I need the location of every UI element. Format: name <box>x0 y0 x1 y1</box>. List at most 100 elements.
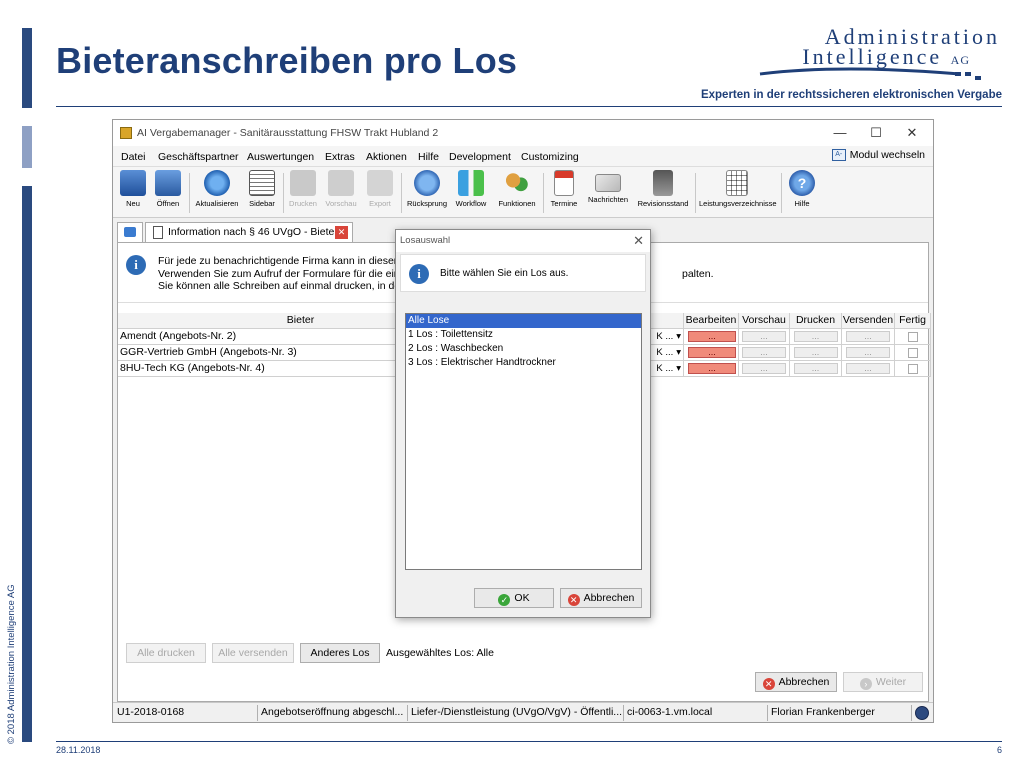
edit-cell: ... <box>684 345 739 361</box>
logo-swoosh-icon <box>759 67 981 80</box>
send-button: ... <box>842 345 895 361</box>
toolbar-leistungsverzeichnisse[interactable]: Leistungsverzeichnisse <box>699 170 777 208</box>
status-type: Liefer-/Dienstleistung (UVgO/VgV) - Öffe… <box>411 706 623 718</box>
toolbar-workflow[interactable]: Workflow <box>453 170 489 208</box>
sidebar-icon <box>249 170 275 196</box>
toolbar-drucken[interactable]: Drucken <box>287 170 319 208</box>
anderes-los-button[interactable]: Anderes Los <box>300 643 380 663</box>
maximize-button[interactable]: ☐ <box>861 124 891 142</box>
fertig-checkbox[interactable] <box>895 345 931 361</box>
status-phase: Angebotseröffnung abgeschl... <box>261 706 404 718</box>
slide-subtitle: Experten in der rechtssicheren elektroni… <box>700 89 1002 101</box>
ok-button[interactable]: ✓ OK <box>474 588 554 608</box>
lot-list[interactable]: Alle Lose 1 Los : Toilettensitz 2 Los : … <box>405 313 642 570</box>
toolbar-neu[interactable]: Neu <box>119 170 147 208</box>
status-separator <box>911 705 912 721</box>
modul-wechseln-button[interactable]: A- Modul wechseln <box>831 149 925 161</box>
toolbar-separator <box>543 173 544 213</box>
toolbar-separator <box>189 173 190 213</box>
losauswahl-dialog: Losauswahl ✕ i Bitte wählen Sie ein Los … <box>395 229 651 618</box>
window-titlebar[interactable]: AI Vergabemanager - Sanitärausstattung F… <box>113 120 933 146</box>
toolbar-separator <box>401 173 402 213</box>
alle-drucken-button[interactable]: Alle drucken <box>126 643 206 663</box>
menu-extras[interactable]: Extras <box>325 151 355 163</box>
minimize-button[interactable]: — <box>825 124 855 142</box>
revision-icon <box>653 170 673 196</box>
refresh-icon <box>204 170 230 196</box>
list-item[interactable]: 1 Los : Toilettensitz <box>406 328 641 342</box>
footer-rule <box>56 741 1002 742</box>
print-button: ... <box>790 329 842 345</box>
list-item[interactable]: 2 Los : Waschbecken <box>406 342 641 356</box>
header-versenden[interactable]: Versenden <box>842 313 895 329</box>
menu-customizing[interactable]: Customizing <box>521 151 579 163</box>
dialog-info-box: i Bitte wählen Sie ein Los aus. <box>400 254 646 292</box>
header-bearbeiten[interactable]: Bearbeiten <box>684 313 739 329</box>
toolbar-vorschau[interactable]: Vorschau <box>323 170 359 208</box>
toolbar-hilfe[interactable]: ? Hilfe <box>785 170 819 208</box>
dropdown-arrow-icon: ▾ <box>676 363 681 374</box>
status-user: Florian Frankenberger <box>771 706 875 718</box>
globe-icon <box>915 706 929 720</box>
fertig-checkbox[interactable] <box>895 361 931 377</box>
info-text: Für jede zu benachrichtigende Firma kann… <box>158 255 414 292</box>
dialog-title: Losauswahl <box>400 235 451 246</box>
status-separator <box>623 705 624 721</box>
status-bar: U1-2018-0168 Angebotseröffnung abgeschl.… <box>113 702 933 722</box>
edit-cell: ... <box>684 329 739 345</box>
menu-datei[interactable]: Datei <box>121 151 146 163</box>
toolbar-export[interactable]: Export <box>365 170 395 208</box>
close-window-button[interactable]: ✕ <box>897 124 927 142</box>
status-separator <box>257 705 258 721</box>
menu-hilfe[interactable]: Hilfe <box>418 151 439 163</box>
header-drucken[interactable]: Drucken <box>790 313 842 329</box>
toolbar-ruecksprung[interactable]: Rücksprung <box>405 170 449 208</box>
dialog-cancel-button[interactable]: ✕ Abbrechen <box>560 588 642 608</box>
edit-button[interactable]: ... <box>688 347 736 358</box>
preview-button: ... <box>739 361 790 377</box>
fertig-checkbox[interactable] <box>895 329 931 345</box>
dialog-close-icon[interactable]: ✕ <box>633 233 644 249</box>
next-icon: › <box>859 678 872 690</box>
menu-development[interactable]: Development <box>449 151 511 163</box>
toolbar-sidebar[interactable]: Sidebar <box>247 170 277 208</box>
dialog-titlebar[interactable]: Losauswahl ✕ <box>396 230 650 252</box>
menu-aktionen[interactable]: Aktionen <box>366 151 407 163</box>
title-rule <box>56 106 1002 107</box>
send-button: ... <box>842 361 895 377</box>
header-vorschau[interactable]: Vorschau <box>739 313 790 329</box>
dialog-message: Bitte wählen Sie ein Los aus. <box>440 268 569 279</box>
alle-versenden-button[interactable]: Alle versenden <box>212 643 294 663</box>
list-item[interactable]: 3 Los : Elektrischer Handtrockner <box>406 356 641 370</box>
menu-bar: Datei Geschäftspartner Auswertungen Extr… <box>113 146 933 166</box>
weiter-button[interactable]: › Weiter <box>843 672 923 692</box>
close-tab-icon[interactable]: ✕ <box>335 226 348 239</box>
toolbar-nachrichten[interactable]: Nachrichten <box>585 170 631 204</box>
header-fertig[interactable]: Fertig <box>895 313 931 329</box>
edit-button[interactable]: ... <box>688 331 736 342</box>
table-icon <box>726 170 748 196</box>
status-host: ci-0063-1.vm.local <box>627 706 713 718</box>
info-text-tail: palten. <box>682 268 714 280</box>
menu-geschaeftspartner[interactable]: Geschäftspartner <box>158 151 239 163</box>
send-button: ... <box>842 329 895 345</box>
toolbar-aktualisieren[interactable]: Aktualisieren <box>193 170 241 208</box>
list-item[interactable]: Alle Lose <box>406 314 641 328</box>
decor-bar-top <box>22 28 32 108</box>
mail-icon <box>595 174 621 192</box>
menu-auswertungen[interactable]: Auswertungen <box>247 151 314 163</box>
toolbar-termine[interactable]: Termine <box>547 170 581 208</box>
status-id: U1-2018-0168 <box>117 706 185 718</box>
edit-button[interactable]: ... <box>688 363 736 374</box>
decor-bar-mid <box>22 126 32 168</box>
tab-home[interactable] <box>117 222 143 242</box>
tab-information[interactable]: Information nach § 46 UVgO - Bieter ✕ <box>145 222 353 242</box>
status-separator <box>407 705 408 721</box>
toolbar-revisionsstand[interactable]: Revisionsstand <box>635 170 691 208</box>
toolbar-funktionen[interactable]: Funktionen <box>495 170 539 208</box>
toolbar-oeffnen[interactable]: Öffnen <box>153 170 183 208</box>
abbrechen-button[interactable]: ✕ Abbrechen <box>755 672 837 692</box>
functions-icon <box>504 170 530 196</box>
toolbar-separator <box>781 173 782 213</box>
tab-information-label: Information nach § 46 UVgO - Bieter <box>168 226 338 238</box>
